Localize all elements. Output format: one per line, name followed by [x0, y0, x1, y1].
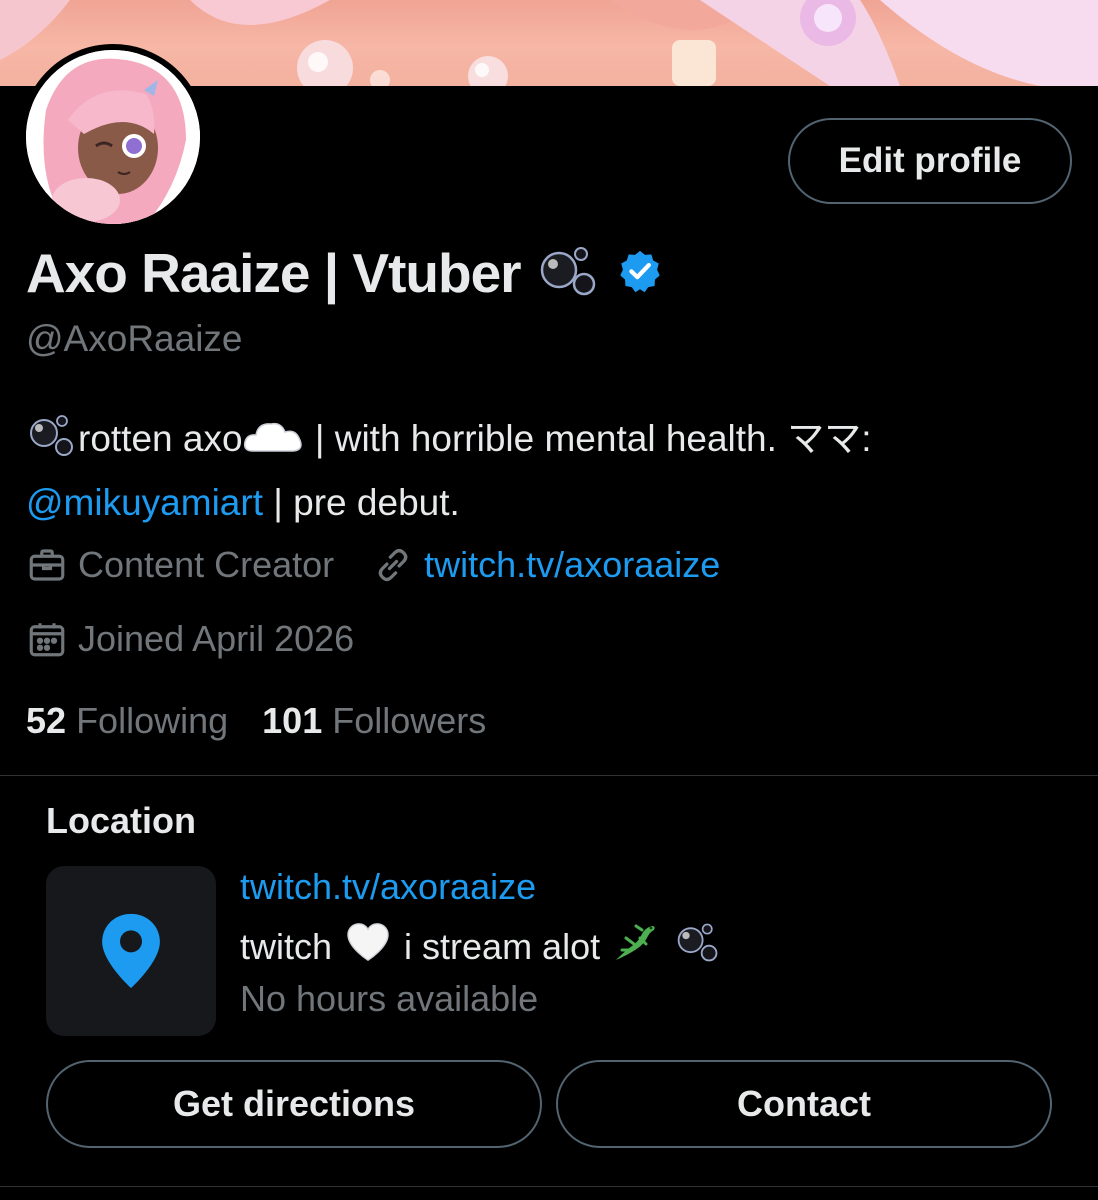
bubbles-emoji-icon: [537, 240, 599, 307]
profile-joined-date: Joined April 2026: [78, 618, 355, 659]
bio-text-part1: rotten axo: [78, 418, 243, 459]
followers-count: 101: [262, 700, 323, 741]
calendar-icon: [26, 618, 68, 660]
display-name: Axo Raaize | Vtuber: [26, 242, 522, 304]
bio-text-part3: | pre debut.: [262, 482, 460, 523]
location-hours: No hours available: [240, 978, 539, 1019]
briefcase-icon: [26, 544, 68, 586]
profile-website-link[interactable]: twitch.tv/axoraaize: [424, 544, 720, 586]
map-pin-icon: [102, 913, 160, 989]
followers-link[interactable]: 101 Followers: [262, 700, 486, 741]
profile-handle: @AxoRaaize: [26, 318, 243, 359]
section-divider-bottom: [0, 1186, 1098, 1187]
location-link[interactable]: twitch.tv/axoraaize: [240, 866, 536, 908]
profile-category: Content Creator: [78, 544, 335, 585]
link-icon: [372, 544, 414, 586]
get-directions-button[interactable]: Get directions: [46, 1060, 542, 1148]
following-count: 52: [26, 700, 67, 741]
bio-mention-link[interactable]: @mikuyamiart: [26, 482, 263, 523]
edit-profile-button[interactable]: Edit profile: [788, 118, 1072, 204]
lizard-emoji-icon: [612, 920, 658, 973]
contact-button[interactable]: Contact: [556, 1060, 1052, 1148]
bubbles-emoji-icon: [26, 413, 78, 474]
location-map-card[interactable]: [46, 866, 216, 1036]
cloud-emoji-icon: [243, 416, 305, 474]
profile-joined-row: Joined April 2026: [26, 618, 354, 660]
white-heart-emoji-icon: [346, 922, 390, 971]
location-section-title: Location: [46, 800, 196, 841]
avatar-image: [26, 50, 200, 224]
following-link[interactable]: 52 Following: [26, 700, 228, 741]
section-divider: [0, 775, 1098, 776]
followers-label: Followers: [332, 700, 487, 741]
location-description-text-b: i stream alot: [404, 925, 601, 967]
profile-stats: 52 Following 101 Followers: [26, 700, 486, 742]
verified-badge-icon[interactable]: [617, 248, 663, 299]
bubbles-emoji-icon: [674, 920, 722, 973]
location-description-text-a: twitch: [240, 925, 333, 967]
profile-bio: rotten axo | with horrible mental health…: [26, 410, 1066, 532]
bio-text-part2: | with horrible mental health. ママ:: [304, 418, 872, 459]
following-label: Following: [76, 700, 229, 741]
profile-meta-row: Content Creator twitch.tv/axoraaize: [26, 544, 720, 586]
profile-name-row: Axo Raaize | Vtuber: [26, 238, 663, 308]
location-description: twitch i stream alot: [240, 920, 722, 973]
avatar[interactable]: [20, 44, 206, 230]
